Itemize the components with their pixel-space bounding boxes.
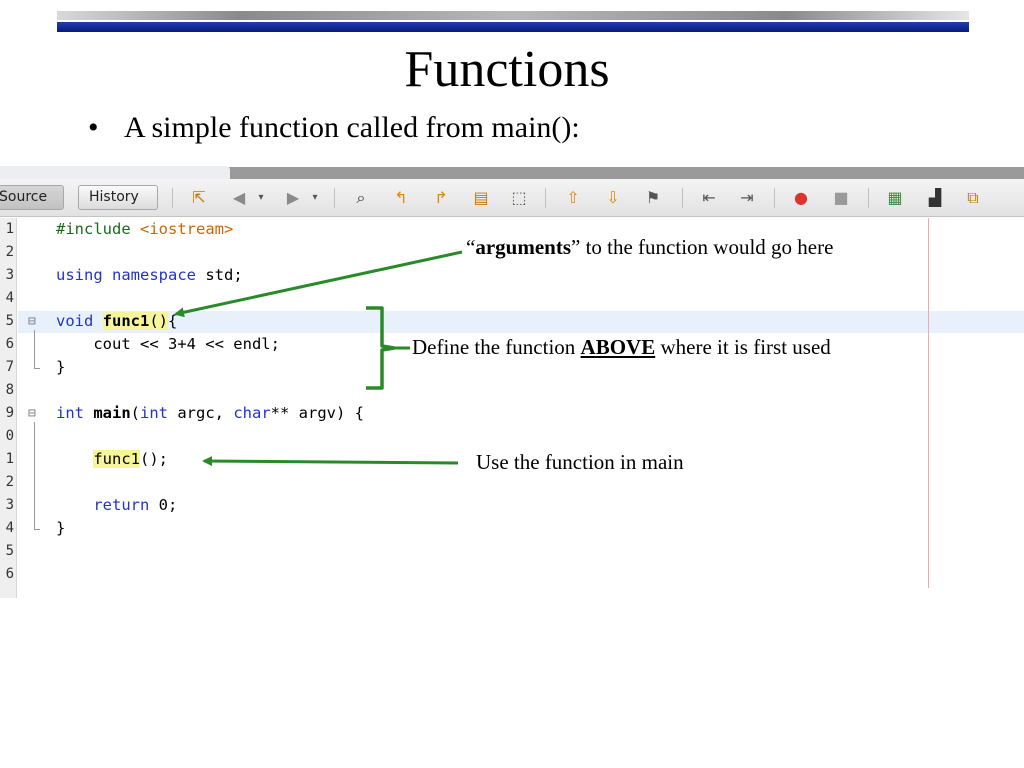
code-line-5: void func1(){ [56,310,177,333]
toggle-highlight-icon[interactable]: ▤ [470,187,492,209]
define-annotation: Define the function ABOVE where it is fi… [412,334,831,360]
code-line-1: #include <iostream> [56,218,233,241]
code-text: ** argv) { [270,404,364,422]
stop-macro-icon[interactable]: ■ [830,187,852,209]
preprocessor-directive: #include [56,220,140,238]
include-header: <iostream> [140,220,234,238]
fold-guide-end [34,529,40,530]
code-line-9: int main(int argc, char** argv) { [56,402,364,425]
code-editor[interactable]: 1 2 3 4 5 6 7 8 9 0 1 2 3 4 5 6 ⊟ ⊟ #inc… [0,218,1024,598]
bullet-text: A simple function called from main(): [124,111,580,144]
line-number: 4 [5,520,14,536]
open-quote: “ [466,235,476,259]
line-number: 6 [5,336,14,352]
toolbar-separator [172,188,173,208]
toggle-rect-selection-icon[interactable]: ⬚ [508,187,530,209]
line-number: 9 [5,405,14,421]
code-line-3: using namespace std; [56,264,243,287]
code-text: (); [140,450,168,468]
code-text: argc, [168,404,234,422]
forward-dropdown-icon[interactable]: ▾ [304,187,326,209]
keyword: int [140,404,169,422]
line-number: 1 [5,451,14,467]
line-number: 5 [5,313,14,329]
toolbar-separator [682,188,683,208]
keyword: using [56,266,103,284]
line-number: 1 [5,221,14,237]
diff-icon[interactable]: ▦ [884,187,906,209]
toolbar-separator [868,188,869,208]
line-number: 3 [5,497,14,513]
shift-left-icon[interactable]: ⇤ [698,187,720,209]
line-number: 7 [5,359,14,375]
use-annotation: Use the function in main [476,450,684,474]
slide-title: Functions [404,41,610,98]
toggle-bookmark-icon[interactable]: ⚑ [642,187,664,209]
header-gray-bar [57,11,969,20]
editor-tab[interactable] [0,166,230,179]
back-dropdown-icon[interactable]: ▾ [250,187,272,209]
code-text: ( [130,404,141,422]
define-suffix: where it is first used [655,335,831,359]
code-line-13: return 0; [56,494,177,517]
format-icon[interactable]: ▟ [924,187,946,209]
line-number: 2 [5,474,14,490]
line-number: 6 [5,566,14,582]
code-line-6: cout << 3+4 << endl; [56,335,280,353]
define-prefix: Define the function [412,335,581,359]
open-brace: { [168,312,178,330]
parameter-parens: () [149,312,169,330]
arguments-annotation-rest: ” to the function would go here [571,235,834,259]
keyword: char [233,404,271,422]
keyword: return [93,496,150,514]
shift-right-icon[interactable]: ⇥ [736,187,758,209]
line-number: 5 [5,543,14,559]
code-text: std; [196,266,243,284]
line-number: 0 [5,428,14,444]
keyword: int [56,404,84,422]
back-icon[interactable]: ◀ [228,187,250,209]
fold-guide-end [34,368,40,369]
code-line-11: func1(); [56,448,168,471]
editor-toolbar: Source History ⇱ ◀ ▾ ▶ ▾ ⌕ ↰ ↱ ▤ ⬚ ⇧ ⇩ ⚑… [0,179,1024,217]
function-call-highlighted: func1 [93,450,140,468]
history-tab-button[interactable]: History [78,185,158,210]
line-number: 3 [5,267,14,283]
keyword: void [56,312,94,330]
previous-bookmark-icon[interactable]: ⇧ [562,187,584,209]
define-emphasis: ABOVE [580,335,656,359]
main-function-name: main [93,404,131,422]
code-line-14: } [56,519,66,537]
forward-icon[interactable]: ▶ [282,187,304,209]
header-blue-bar [57,22,969,32]
fold-guide [34,422,35,529]
fold-guide [34,330,35,368]
right-margin-guide [928,218,929,588]
toolbar-separator [774,188,775,208]
debug-icon[interactable]: ⧉ [962,187,984,209]
bullet-item: • A simple function called from main(): [88,110,580,146]
toolbar-separator [545,188,546,208]
last-edit-icon[interactable]: ⇱ [188,187,210,209]
code-line-7: } [56,358,66,376]
find-icon[interactable]: ⌕ [350,187,372,209]
line-number: 8 [5,382,14,398]
line-number: 2 [5,244,14,260]
toolbar-separator [334,188,335,208]
line-number: 4 [5,290,14,306]
function-name-highlighted: func1 [102,312,150,330]
start-macro-icon[interactable]: ● [790,187,812,209]
bullet-symbol: • [88,111,99,144]
keyword: namespace [112,266,197,284]
arguments-keyword: arguments [475,235,571,259]
code-text: 0; [149,496,178,514]
source-tab-button[interactable]: Source [0,185,64,210]
next-bookmark-icon[interactable]: ⇩ [602,187,624,209]
find-next-icon[interactable]: ↱ [430,187,452,209]
find-previous-icon[interactable]: ↰ [390,187,412,209]
arguments-annotation: “arguments” to the function would go her… [466,234,833,260]
